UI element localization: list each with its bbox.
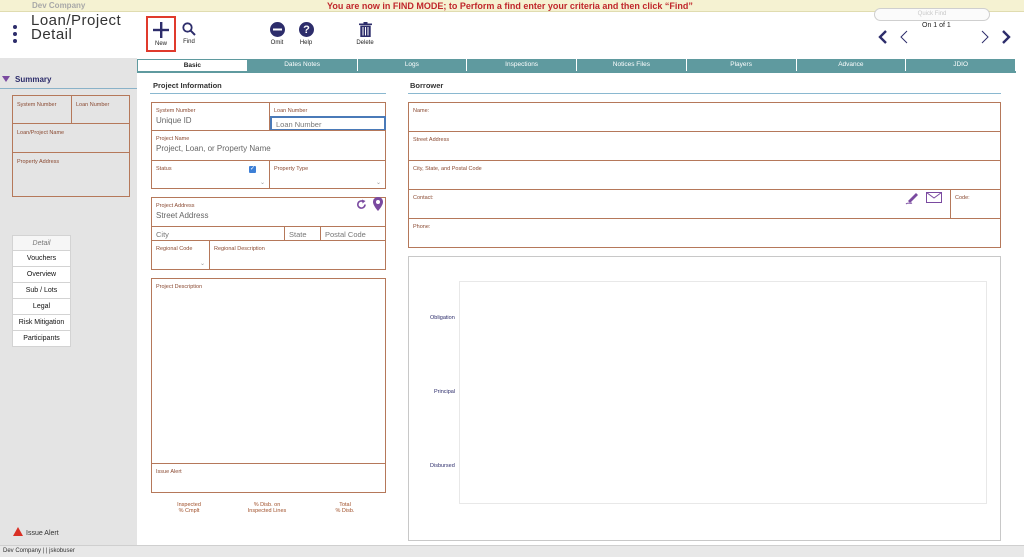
summary-loan-number: Loan Number [71, 95, 130, 124]
company-name: Dev Company [32, 1, 86, 10]
summary-system-number: System Number [12, 95, 72, 124]
help-button[interactable]: ? Help [295, 22, 317, 46]
city-input[interactable]: City [151, 226, 285, 241]
page-title: Loan/Project Detail [31, 12, 122, 43]
chevron-down-icon: ⌄ [199, 261, 205, 267]
tab-dates-notes[interactable]: Dates Notes [247, 59, 358, 71]
signature-icon[interactable] [905, 191, 920, 205]
map-pin-icon[interactable] [373, 197, 383, 211]
system-number-field: System Number Unique ID [151, 102, 270, 131]
regional-description-field[interactable]: Regional Description [209, 240, 386, 270]
sidebar-issue-alert[interactable]: Issue Alert [13, 527, 59, 537]
tab-underline [137, 71, 1016, 73]
find-mode-banner: Dev Company You are now in FIND MODE; to… [0, 0, 1024, 12]
project-description-field[interactable]: Project Description [151, 278, 386, 464]
status-dropdown[interactable]: Status ⌄ [151, 160, 270, 189]
detail-item-risk-mitigation[interactable]: Risk Mitigation [12, 315, 71, 331]
tab-jdio[interactable]: JDIO [906, 59, 1016, 71]
borrower-contact-field[interactable]: Contact: [408, 189, 951, 219]
status-footer: Dev Company | | jskobuser [0, 545, 1024, 557]
project-address-field[interactable]: Project Address Street Address [151, 197, 386, 227]
borrower-name-field[interactable]: Name: [408, 102, 1001, 132]
last-record-icon[interactable] [1001, 30, 1011, 44]
chart-label-disbursed: Disbursed [430, 463, 455, 469]
quick-find-input[interactable]: Quick Find [874, 8, 990, 21]
borrower-code-field[interactable]: Code: [950, 189, 1001, 219]
issue-alert-field[interactable]: Issue Alert [151, 463, 386, 493]
refresh-icon[interactable] [356, 199, 367, 210]
stat-total-disbursed: Total % Disb. [335, 502, 355, 514]
new-button[interactable]: New [146, 16, 176, 52]
chart-label-principal: Principal [434, 389, 456, 395]
minus-circle-icon [269, 22, 285, 37]
detail-menu: Detail Vouchers Overview Sub / Lots Lega… [12, 235, 71, 347]
detail-item-sub-lots[interactable]: Sub / Lots [12, 283, 71, 299]
tab-advance[interactable]: Advance [796, 59, 907, 71]
chart-label-obligation: Obligation [430, 315, 455, 321]
borrower-city-state-postal-field[interactable]: City, State, and Postal Code [408, 160, 1001, 190]
summary-property-address: Property Address [12, 152, 130, 197]
loan-number-input[interactable]: Loan Number [270, 116, 386, 131]
email-icon[interactable] [926, 192, 942, 203]
plus-icon [153, 22, 169, 38]
record-status: On 1 of 1 [922, 22, 951, 29]
delete-button[interactable]: Delete [353, 22, 377, 46]
detail-item-vouchers[interactable]: Vouchers [12, 251, 71, 267]
chevron-down-icon: ⌄ [259, 180, 265, 186]
menu-kebab-icon[interactable] [13, 25, 17, 46]
chevron-down-icon: ⌄ [375, 180, 381, 186]
find-button[interactable]: Find [178, 22, 200, 45]
svg-text:?: ? [303, 24, 310, 36]
borrower-title: Borrower [410, 81, 444, 90]
collapse-triangle-icon [2, 76, 10, 82]
summary-divider [0, 88, 137, 89]
property-type-dropdown[interactable]: Property Type ⌄ [269, 160, 386, 189]
project-info-divider [150, 93, 386, 94]
borrower-divider [408, 93, 1001, 94]
trash-icon [358, 22, 372, 37]
warning-icon [13, 527, 23, 536]
search-icon [182, 22, 196, 36]
summary-toggle[interactable]: Summary [0, 73, 137, 87]
borrower-phone-field[interactable]: Phone: [408, 218, 1001, 248]
borrower-street-field[interactable]: Street Address [408, 131, 1001, 161]
tab-bar: Basic Dates Notes Logs Inspections Notic… [137, 59, 1016, 71]
tab-players[interactable]: Players [686, 59, 797, 71]
next-record-icon[interactable] [980, 30, 990, 44]
detail-menu-header: Detail [12, 235, 71, 251]
tab-basic[interactable]: Basic [137, 59, 248, 71]
stat-inspected-complete: Inspected % Cmplt [177, 502, 201, 514]
detail-item-legal[interactable]: Legal [12, 299, 71, 315]
postal-code-input[interactable]: Postal Code [320, 226, 386, 241]
header: Loan/Project Detail New Find Omit ? Help [0, 12, 1024, 58]
regional-code-dropdown[interactable]: Regional Code ⌄ [151, 240, 210, 270]
help-icon: ? [298, 22, 314, 37]
tab-logs[interactable]: Logs [357, 59, 468, 71]
project-name-field[interactable]: Project Name Project, Loan, or Property … [151, 130, 386, 161]
first-record-icon[interactable] [878, 30, 888, 44]
tab-notices-files[interactable]: Notices Files [577, 59, 687, 71]
detail-item-participants[interactable]: Participants [12, 331, 71, 347]
omit-button[interactable]: Omit [266, 22, 288, 46]
detail-item-overview[interactable]: Overview [12, 267, 71, 283]
tab-inspections[interactable]: Inspections [467, 59, 577, 71]
status-checkbox[interactable]: ✓ [249, 166, 256, 173]
previous-record-icon[interactable] [899, 30, 909, 44]
project-info-title: Project Information [153, 81, 222, 90]
chart-plot-area [459, 281, 987, 504]
sidebar: Summary System Number Loan Number Loan/P… [0, 58, 137, 545]
state-input[interactable]: State [284, 226, 321, 241]
stat-disbursed-inspected: % Disb. on Inspected Lines [247, 502, 287, 514]
summary-loan-project-name: Loan/Project Name [12, 123, 130, 153]
find-mode-message: You are now in FIND MODE; to Perform a f… [327, 1, 693, 11]
